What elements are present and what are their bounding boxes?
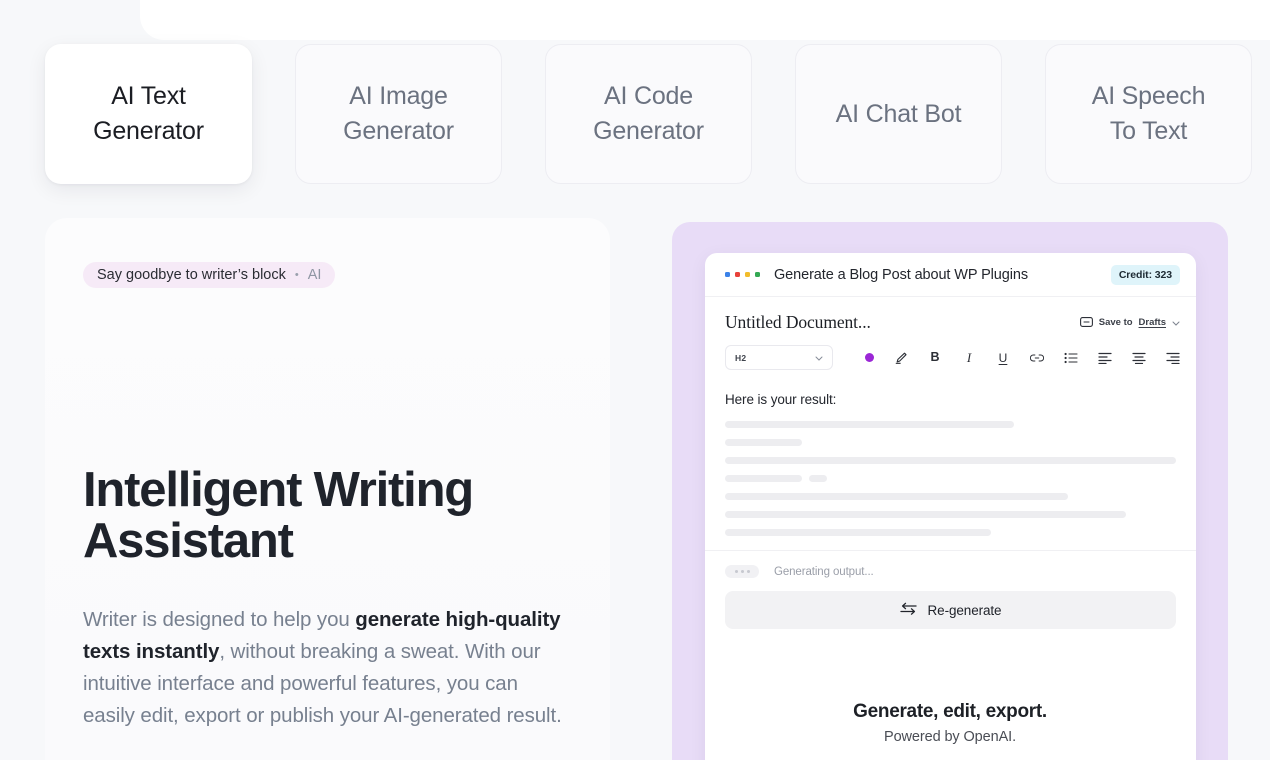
generation-status: Generating output... xyxy=(705,551,1196,578)
text-color-icon[interactable] xyxy=(865,353,874,362)
tab-label-line2: To Text xyxy=(1109,117,1188,145)
panel-caption: Generate, edit, export. Powered by OpenA… xyxy=(672,701,1228,745)
align-center-icon[interactable] xyxy=(1132,351,1146,365)
folder-icon xyxy=(1079,316,1093,330)
skeleton-row xyxy=(725,529,1176,536)
tab-label-line1: AI Text xyxy=(111,82,186,110)
tab-ai-image-generator[interactable]: AI Image Generator xyxy=(295,44,502,184)
align-right-icon[interactable] xyxy=(1166,351,1180,365)
loading-dots-icon xyxy=(725,565,759,578)
tab-ai-code-generator[interactable]: AI Code Generator xyxy=(545,44,752,184)
skeleton-row xyxy=(725,511,1176,518)
tab-label-line1: AI Chat Bot xyxy=(835,99,962,128)
window-dots-icon xyxy=(725,272,760,277)
save-prefix-label: Save to xyxy=(1098,317,1133,328)
highlighter-icon[interactable] xyxy=(894,351,908,365)
tagline-text: Say goodbye to writer’s block xyxy=(97,267,286,283)
document-row: Untitled Document... Save to Drafts xyxy=(705,297,1196,341)
generating-label: Generating output... xyxy=(774,565,874,578)
background-panel-top xyxy=(140,0,1270,40)
underline-icon[interactable]: U xyxy=(996,351,1010,365)
tab-ai-chat-bot[interactable]: AI Chat Bot xyxy=(795,44,1002,184)
tagline-badge[interactable]: Say goodbye to writer’s block • AI xyxy=(83,262,336,288)
page-root: AI Text Generator AI Image Generator AI … xyxy=(0,0,1270,760)
block-format-value: H2 xyxy=(735,352,747,363)
result-label: Here is your result: xyxy=(725,392,837,407)
credit-badge[interactable]: Credit: 323 xyxy=(1110,264,1180,285)
prompt-title: Generate a Blog Post about WP Plugins xyxy=(774,266,1028,283)
editor-card-header: Generate a Blog Post about WP Plugins Cr… xyxy=(705,253,1196,297)
block-format-select[interactable]: H2 xyxy=(725,345,833,370)
regenerate-button[interactable]: Re-generate xyxy=(725,591,1176,629)
save-to-drafts-button[interactable]: Save to Drafts xyxy=(1079,316,1180,330)
skeleton-row xyxy=(725,421,1176,428)
chevron-down-icon xyxy=(815,353,823,363)
regenerate-icon xyxy=(899,602,917,618)
italic-icon[interactable]: I xyxy=(962,351,976,365)
document-title[interactable]: Untitled Document... xyxy=(725,312,871,333)
align-left-icon[interactable] xyxy=(1098,351,1112,365)
hero-description-part1: Writer is designed to help you xyxy=(83,608,356,631)
editor-card: Generate a Blog Post about WP Plugins Cr… xyxy=(705,253,1196,760)
chevron-down-icon xyxy=(1172,318,1180,328)
tab-label-line1: AI Code xyxy=(604,82,693,110)
tab-label-line2: Generator xyxy=(93,117,204,145)
caption-headline: Generate, edit, export. xyxy=(853,701,1047,722)
tagline-suffix: AI xyxy=(307,267,322,283)
tab-label-line1: AI Image xyxy=(349,82,448,110)
skeleton-row xyxy=(725,493,1176,500)
caption-subtext: Powered by OpenAI. xyxy=(884,729,1016,745)
hero-panel: Say goodbye to writer’s block • AI Intel… xyxy=(45,218,610,760)
save-target-label: Drafts xyxy=(1138,317,1166,328)
regenerate-label: Re-generate xyxy=(927,602,1002,618)
link-icon[interactable] xyxy=(1030,351,1044,365)
tab-ai-text-generator[interactable]: AI Text Generator xyxy=(45,44,252,184)
tab-ai-speech-to-text[interactable]: AI Speech To Text xyxy=(1045,44,1252,184)
tab-label-line2: Generator xyxy=(343,117,454,145)
bullet-list-icon[interactable] xyxy=(1064,351,1078,365)
skeleton-row xyxy=(725,475,1176,482)
page-title: Intelligent Writing Assistant xyxy=(83,463,474,568)
skeleton-row xyxy=(725,457,1176,464)
toolbar-icon-group: B I U xyxy=(865,351,1180,365)
bullet-dot-icon: • xyxy=(294,268,299,281)
tab-label-line2: Generator xyxy=(593,117,704,145)
editor-toolbar: H2 B I U xyxy=(705,341,1196,370)
tool-tabs: AI Text Generator AI Image Generator AI … xyxy=(45,44,1252,184)
result-skeleton xyxy=(705,407,1196,536)
bold-icon[interactable]: B xyxy=(928,351,942,365)
hero-description: Writer is designed to help you generate … xyxy=(83,604,573,732)
skeleton-row xyxy=(725,439,1176,446)
preview-panel: Generate a Blog Post about WP Plugins Cr… xyxy=(672,222,1228,760)
tab-label-line1: AI Speech xyxy=(1091,82,1206,110)
